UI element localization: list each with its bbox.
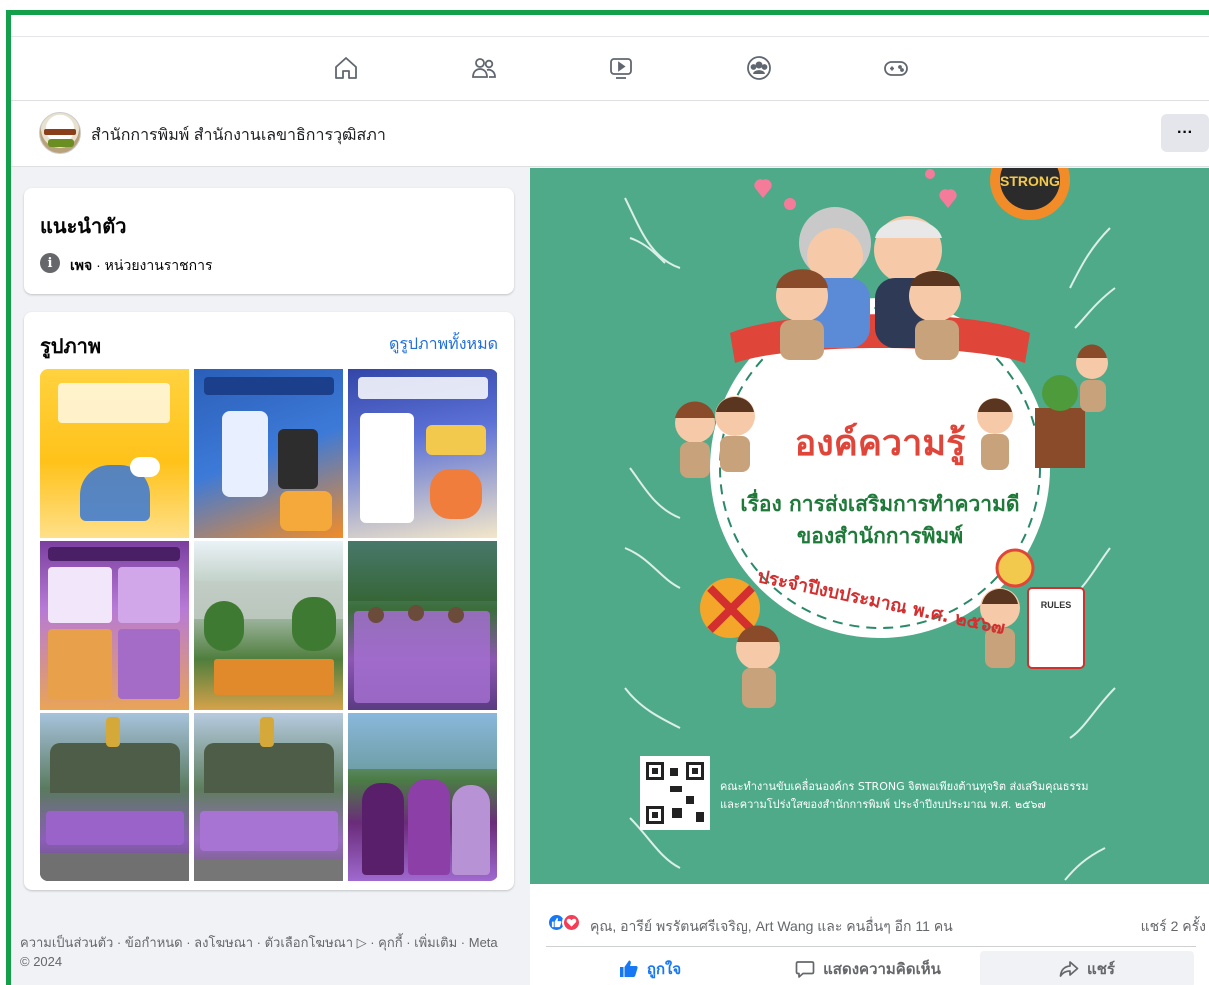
page-avatar[interactable] (39, 112, 81, 154)
gaming-icon[interactable] (879, 51, 913, 85)
home-icon[interactable] (329, 51, 363, 85)
poster-badge-text: STRONG (1000, 173, 1060, 189)
top-navigation (11, 37, 1209, 101)
intro-card: แนะนำตัว i เพจ · หน่วยงานราชการ (24, 188, 514, 294)
screenshot-frame: สำนักการพิมพ์ สำนักงานเลขาธิการวุฒิสภา ·… (6, 10, 1209, 985)
share-icon (1059, 961, 1079, 977)
browser-strip (11, 15, 1209, 37)
share-button[interactable]: แชร์ (980, 951, 1194, 985)
love-reaction-icon (562, 913, 581, 932)
photo-grid (40, 369, 498, 881)
groups-icon[interactable] (742, 51, 776, 85)
poster-subtitle-1: เรื่อง การส่งเสริมการทำความดี (740, 488, 1019, 516)
poster-illustration: STRONG RULES องค์ความรู้ เรื่อง การส่งเส… (530, 168, 1209, 884)
comment-icon (795, 961, 815, 978)
photo-thumbnail[interactable] (40, 713, 189, 881)
photo-thumbnail[interactable] (194, 713, 343, 881)
more-options-button[interactable]: ··· (1161, 114, 1209, 152)
poster-caption-2: และความโปร่งใสของสำนักการพิมพ์ ประจำปีงบ… (720, 797, 1046, 811)
post-actions: ถูกใจ แสดงความคิดเห็น แชร์ (546, 946, 1196, 985)
photos-card: รูปภาพ ดูรูปภาพทั้งหมด (24, 312, 514, 890)
intro-category-label: เพจ (70, 257, 93, 273)
left-column: แนะนำตัว i เพจ · หน่วยงานราชการ รูปภาพ ด… (11, 168, 527, 985)
intro-category: เพจ · หน่วยงานราชการ (70, 255, 213, 277)
video-icon[interactable] (604, 51, 638, 85)
info-icon: i (40, 253, 60, 273)
reactions-summary[interactable]: คุณ, อารีย์ พรรัตนศรีเจริญ, Art Wang และ… (590, 916, 953, 938)
like-label: ถูกใจ (646, 961, 682, 978)
photo-thumbnail[interactable] (348, 541, 497, 710)
intro-title: แนะนำตัว (40, 216, 127, 238)
reaction-icons[interactable] (547, 913, 587, 933)
photo-thumbnail[interactable] (40, 541, 189, 710)
poster-heading: องค์ความรู้ (795, 422, 967, 466)
photo-thumbnail[interactable] (194, 369, 343, 538)
friends-icon[interactable] (467, 51, 501, 85)
page-header: สำนักการพิมพ์ สำนักงานเลขาธิการวุฒิสภา ·… (11, 101, 1209, 167)
intro-category-value: · หน่วยงานราชการ (92, 257, 213, 273)
thumbs-up-icon (619, 960, 638, 977)
like-button[interactable]: ถูกใจ (546, 951, 754, 985)
share-label: แชร์ (1087, 961, 1115, 978)
see-all-photos-link[interactable]: ดูรูปภาพทั้งหมด (389, 332, 498, 357)
photo-thumbnail[interactable] (348, 713, 497, 881)
poster-checklist-title: RULES (1041, 600, 1072, 610)
footer-links[interactable]: ความเป็นส่วนตัว · ข้อกำหนด · ลงโฆษณา · ต… (20, 933, 510, 971)
photo-thumbnail[interactable] (348, 369, 497, 538)
photo-thumbnail[interactable] (40, 369, 189, 538)
share-count[interactable]: แชร์ 2 ครั้ง (1141, 916, 1206, 938)
comment-label: แสดงความคิดเห็น (823, 961, 941, 978)
poster-subtitle-2: ของสำนักการพิมพ์ (797, 524, 963, 548)
poster-caption-1: คณะทำงานขับเคลื่อนองค์กร STRONG จิตพอเพี… (720, 778, 1089, 793)
photos-title: รูปภาพ (40, 336, 102, 358)
reactions-bar: คุณ, อารีย์ พรรัตนศรีเจริญ, Art Wang และ… (530, 884, 1209, 936)
page-name[interactable]: สำนักการพิมพ์ สำนักงานเลขาธิการวุฒิสภา (91, 123, 386, 148)
photo-thumbnail[interactable] (194, 541, 343, 710)
comment-button[interactable]: แสดงความคิดเห็น (760, 951, 976, 985)
post: STRONG RULES องค์ความรู้ เรื่อง การส่งเส… (530, 168, 1209, 985)
post-image[interactable]: STRONG RULES องค์ความรู้ เรื่อง การส่งเส… (530, 168, 1209, 884)
